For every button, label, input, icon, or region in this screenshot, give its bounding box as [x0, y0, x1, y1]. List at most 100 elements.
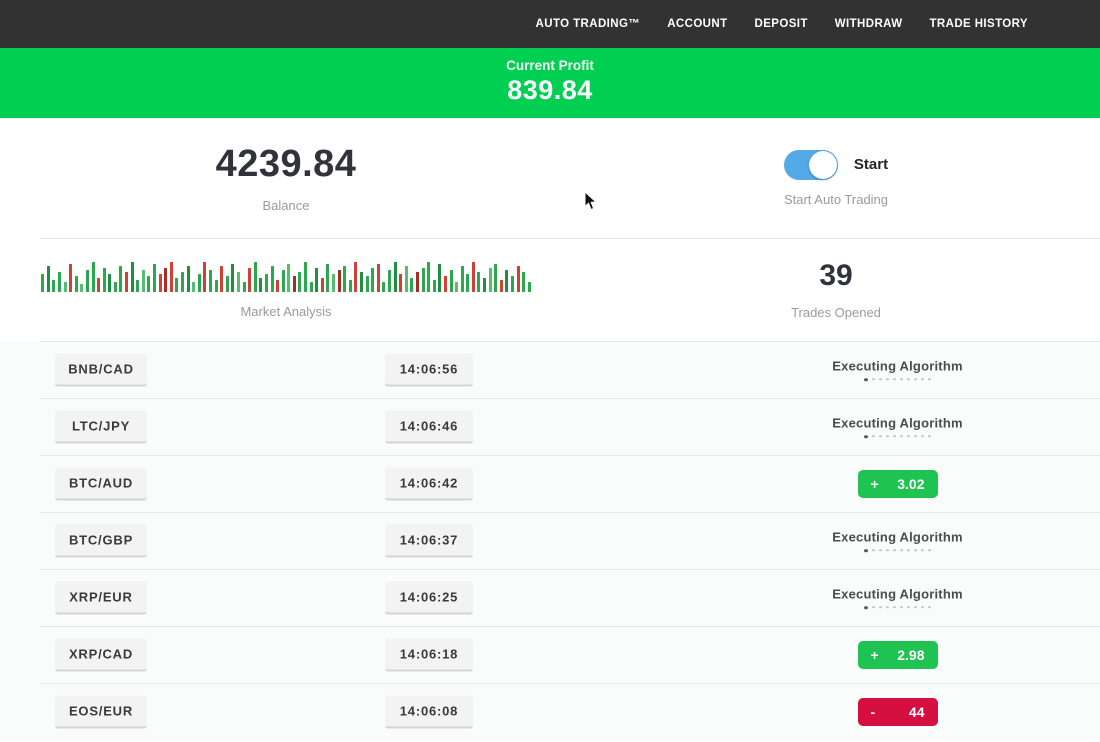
trade-time-pill: 14:06:25: [385, 581, 473, 614]
trade-time-pill: 14:06:42: [385, 467, 473, 500]
market-bar: [382, 282, 385, 292]
executing-progress-dots: [790, 378, 1005, 382]
trade-pair-pill[interactable]: XRP/EUR: [55, 581, 147, 614]
market-bar: [338, 270, 341, 292]
nav-item-trade-history[interactable]: TRADE HISTORY: [930, 18, 1029, 30]
market-bar: [226, 276, 229, 292]
trade-status-cell: +3.02: [790, 470, 1005, 498]
market-bar: [444, 276, 447, 292]
market-bar: [175, 278, 178, 292]
progress-dot: [893, 549, 896, 552]
progress-dot: [893, 378, 896, 381]
progress-dot: [928, 378, 931, 381]
progress-dot: [907, 549, 910, 552]
executing-algorithm-label: Executing Algorithm: [790, 529, 1005, 544]
progress-dot: [900, 378, 903, 381]
trade-pair-pill[interactable]: BTC/AUD: [55, 467, 147, 500]
market-bar: [410, 278, 413, 292]
market-bar: [209, 270, 212, 292]
progress-dot: [879, 378, 882, 381]
market-bar: [394, 262, 397, 292]
market-bar: [511, 276, 514, 292]
market-analysis-chart: [41, 260, 531, 292]
nav-item-account[interactable]: ACCOUNT: [667, 18, 727, 30]
trade-row: BTC/GBP14:06:37Executing Algorithm: [0, 512, 1100, 569]
trades-opened-value: 39: [819, 259, 852, 293]
progress-dot: [872, 378, 875, 381]
progress-dot: [872, 606, 875, 609]
trade-pair-pill[interactable]: BNB/CAD: [55, 353, 147, 386]
market-bar: [237, 272, 240, 292]
market-bar: [287, 264, 290, 292]
progress-dot: [921, 378, 924, 381]
progress-dot: [886, 549, 889, 552]
market-bar: [92, 262, 95, 292]
market-bar: [332, 274, 335, 292]
market-bar: [500, 280, 503, 292]
progress-dot: [921, 435, 924, 438]
trade-pair-pill[interactable]: LTC/JPY: [55, 410, 147, 443]
nav-item-auto-trading[interactable]: AUTO TRADING™: [536, 18, 641, 30]
market-bar: [427, 262, 430, 292]
progress-dot: [914, 606, 917, 609]
progress-dot: [914, 378, 917, 381]
nav-item-deposit[interactable]: DEPOSIT: [755, 18, 808, 30]
top-navbar: AUTO TRADING™ ACCOUNT DEPOSIT WITHDRAW TRADE…: [0, 0, 1100, 48]
trade-pair-pill[interactable]: BTC/GBP: [55, 524, 147, 557]
market-bar: [131, 262, 134, 292]
current-profit-value: 839.84: [0, 75, 1100, 106]
market-bar: [433, 280, 436, 292]
loss-badge: -44: [858, 698, 938, 726]
market-bar: [64, 282, 67, 292]
market-bar: [52, 280, 55, 292]
trade-row: BTC/AUD 14:06:42 +3.02: [0, 455, 1100, 512]
market-bar: [528, 282, 531, 292]
market-bar: [310, 282, 313, 292]
market-bar: [371, 268, 374, 292]
trade-pair-pill[interactable]: EOS/EUR: [55, 695, 147, 728]
progress-dot: [879, 435, 882, 438]
market-bar: [438, 264, 441, 292]
market-bar: [455, 282, 458, 292]
market-bar: [517, 266, 520, 292]
trade-pair-pill[interactable]: XRP/CAD: [55, 638, 147, 671]
progress-dot: [886, 378, 889, 381]
market-bar: [349, 280, 352, 292]
market-bar: [198, 274, 201, 292]
progress-dot: [900, 549, 903, 552]
executing-algorithm-label: Executing Algorithm: [790, 358, 1005, 373]
progress-dot: [907, 606, 910, 609]
market-bar: [422, 268, 425, 292]
profit-badge: +2.98: [858, 641, 938, 669]
market-bar: [489, 268, 492, 292]
market-bar: [399, 274, 402, 292]
market-bar: [69, 264, 72, 292]
market-bar: [254, 262, 257, 292]
market-bar: [159, 274, 162, 292]
balance-block: 4239.84 Balance: [0, 118, 572, 238]
market-bar: [416, 272, 419, 292]
nav-item-withdraw[interactable]: WITHDRAW: [835, 18, 903, 30]
badge-value: 2.98: [897, 647, 924, 663]
progress-dot: [879, 549, 882, 552]
progress-dot: [879, 606, 882, 609]
toggle-knob[interactable]: [809, 151, 837, 179]
market-bar: [58, 272, 61, 292]
trade-status-cell: Executing Algorithm: [790, 586, 1005, 610]
balance-value: 4239.84: [216, 143, 357, 186]
market-bar: [494, 264, 497, 292]
market-bar: [366, 276, 369, 292]
current-profit-banner: Current Profit 839.84: [0, 48, 1100, 118]
trade-status-cell: Executing Algorithm: [790, 529, 1005, 553]
market-bar: [265, 274, 268, 292]
trades-opened-label: Trades Opened: [791, 305, 881, 320]
market-bar: [466, 274, 469, 292]
market-bar: [119, 266, 122, 292]
badge-sign: +: [871, 476, 879, 492]
start-auto-trading-caption: Start Auto Trading: [784, 192, 888, 207]
executing-algorithm-label: Executing Algorithm: [790, 586, 1005, 601]
market-bar: [477, 272, 480, 292]
auto-trading-toggle[interactable]: [784, 150, 838, 180]
profit-badge: +3.02: [858, 470, 938, 498]
progress-dot: [921, 549, 924, 552]
